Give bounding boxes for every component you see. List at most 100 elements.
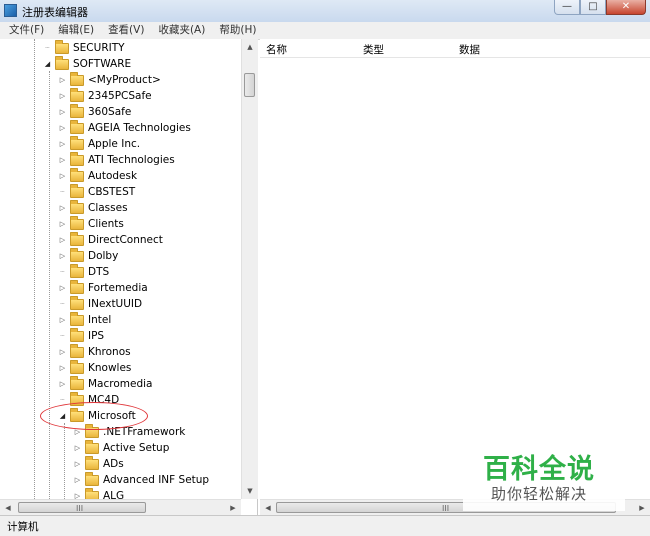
tree-item[interactable]: ▷ ALG: [73, 487, 124, 499]
scroll-left-arrow-icon[interactable]: ◀: [0, 500, 16, 516]
tree-item-label: INextUUID: [88, 298, 143, 310]
tree-item[interactable]: ┄ SECURITY: [43, 39, 125, 56]
tree-item[interactable]: ┄ DTS: [58, 263, 109, 280]
tree-item[interactable]: ▷ Fortemedia: [58, 279, 148, 296]
tree-item[interactable]: ▷ Apple Inc.: [58, 135, 141, 152]
column-name[interactable]: 名称: [266, 42, 287, 57]
tree-connector-icon: ┄: [45, 44, 50, 52]
menu-help[interactable]: 帮助(H): [210, 22, 261, 39]
tree-item-label: CBSTEST: [88, 186, 136, 198]
collapsed-arrow-icon[interactable]: ▷: [58, 172, 67, 180]
collapsed-arrow-icon[interactable]: ▷: [58, 348, 67, 356]
tree-horizontal-scrollbar[interactable]: ◀ III ▶: [0, 499, 241, 516]
tree-scroll-thumb[interactable]: [244, 73, 255, 97]
maximize-button[interactable]: □: [580, 0, 606, 15]
scroll-up-arrow-icon[interactable]: ▲: [242, 39, 258, 55]
collapsed-arrow-icon[interactable]: ▷: [58, 204, 67, 212]
tree-connector-icon: ┄: [60, 188, 65, 196]
tree-item[interactable]: ▷ Macromedia: [58, 375, 152, 392]
collapsed-arrow-icon[interactable]: ▷: [58, 76, 67, 84]
tree-item[interactable]: ┄ INextUUID: [58, 295, 143, 312]
collapsed-arrow-icon[interactable]: ▷: [58, 236, 67, 244]
collapsed-arrow-icon[interactable]: ▷: [73, 492, 82, 499]
collapsed-arrow-icon[interactable]: ▷: [58, 92, 67, 100]
expanded-arrow-icon[interactable]: ◢: [43, 60, 52, 68]
tree-item[interactable]: ▷ 360Safe: [58, 103, 131, 120]
tree-item[interactable]: ▷ Khronos: [58, 343, 131, 360]
tree-item[interactable]: ┄ IPS: [58, 327, 104, 344]
scroll-right-arrow-icon[interactable]: ▶: [634, 500, 650, 516]
tree-item-label: Fortemedia: [88, 282, 148, 294]
menu-file[interactable]: 文件(F): [0, 22, 49, 39]
collapsed-arrow-icon[interactable]: ▷: [58, 252, 67, 260]
tree-vertical-scrollbar[interactable]: ▲ ▼: [241, 39, 258, 499]
tree-guide-line: [64, 423, 65, 499]
watermark: 百科全说 助你轻松解决: [463, 445, 625, 511]
watermark-main-text: 百科全说: [483, 454, 595, 485]
list-header: 名称 类型 数据: [260, 39, 650, 58]
folder-icon: [70, 231, 84, 246]
tree-item-label: Intel: [88, 314, 112, 326]
column-data[interactable]: 数据: [459, 42, 480, 57]
tree-item[interactable]: ▷ Autodesk: [58, 167, 137, 184]
folder-icon: [55, 55, 69, 70]
collapsed-arrow-icon[interactable]: ▷: [73, 460, 82, 468]
window-title: 注册表编辑器: [22, 6, 88, 19]
tree-item-label: SOFTWARE: [73, 58, 132, 70]
menu-edit[interactable]: 编辑(E): [49, 22, 99, 39]
tree-item-label: 2345PCSafe: [88, 90, 152, 102]
collapsed-arrow-icon[interactable]: ▷: [58, 108, 67, 116]
collapsed-arrow-icon[interactable]: ▷: [58, 140, 67, 148]
scroll-right-arrow-icon[interactable]: ▶: [225, 500, 241, 516]
tree-item-label: AGEIA Technologies: [88, 122, 191, 134]
folder-icon: [70, 359, 84, 374]
folder-icon: [70, 247, 84, 262]
tree-hscroll-thumb[interactable]: III: [18, 502, 146, 513]
tree-item[interactable]: ┄ CBSTEST: [58, 183, 136, 200]
collapsed-arrow-icon[interactable]: ▷: [58, 316, 67, 324]
tree-item-label: Advanced INF Setup: [103, 474, 210, 486]
folder-icon: [85, 439, 99, 454]
tree-guide-line: [49, 71, 50, 499]
minimize-button[interactable]: —: [554, 0, 580, 15]
tree-item[interactable]: ▷ <MyProduct>: [58, 71, 161, 88]
close-button[interactable]: ✕: [606, 0, 646, 15]
collapsed-arrow-icon[interactable]: ▷: [58, 380, 67, 388]
collapsed-arrow-icon[interactable]: ▷: [58, 124, 67, 132]
tree-item[interactable]: ▷ Knowles: [58, 359, 131, 376]
collapsed-arrow-icon[interactable]: ▷: [73, 444, 82, 452]
tree-item[interactable]: ▷ Classes: [58, 199, 128, 216]
folder-icon: [70, 311, 84, 326]
folder-icon: [70, 343, 84, 358]
tree-item[interactable]: ▷ AGEIA Technologies: [58, 119, 191, 136]
status-path: 计算机: [7, 521, 39, 533]
folder-icon: [70, 151, 84, 166]
menu-bar: 文件(F) 编辑(E) 查看(V) 收藏夹(A) 帮助(H): [0, 22, 650, 40]
tree-connector-icon: ┄: [60, 332, 65, 340]
tree-item[interactable]: ▷ 2345PCSafe: [58, 87, 152, 104]
tree-item[interactable]: ▷ Active Setup: [73, 439, 169, 456]
column-type[interactable]: 类型: [363, 42, 384, 57]
collapsed-arrow-icon[interactable]: ▷: [58, 284, 67, 292]
menu-view[interactable]: 查看(V): [99, 22, 149, 39]
registry-editor-window: 注册表编辑器 — □ ✕ 文件(F) 编辑(E) 查看(V) 收藏夹(A) 帮助…: [0, 0, 650, 536]
tree-item[interactable]: ▷ DirectConnect: [58, 231, 163, 248]
tree-item[interactable]: ▷ Dolby: [58, 247, 118, 264]
collapsed-arrow-icon[interactable]: ▷: [73, 476, 82, 484]
tree-item-label: Apple Inc.: [88, 138, 141, 150]
folder-icon: [70, 279, 84, 294]
collapsed-arrow-icon[interactable]: ▷: [58, 364, 67, 372]
collapsed-arrow-icon[interactable]: ▷: [58, 156, 67, 164]
collapsed-arrow-icon[interactable]: ▷: [58, 220, 67, 228]
highlight-annotation: [40, 402, 148, 430]
tree-item[interactable]: ▷ Clients: [58, 215, 124, 232]
tree-hscroll-grip: III: [76, 504, 84, 513]
scroll-left-arrow-icon[interactable]: ◀: [260, 500, 276, 516]
tree-item[interactable]: ◢ SOFTWARE: [43, 55, 132, 72]
scroll-down-arrow-icon[interactable]: ▼: [242, 483, 258, 499]
menu-favorites[interactable]: 收藏夹(A): [149, 22, 210, 39]
tree-item[interactable]: ▷ ATI Technologies: [58, 151, 175, 168]
tree-item[interactable]: ▷ Intel: [58, 311, 112, 328]
tree-item[interactable]: ▷ ADs: [73, 455, 124, 472]
tree-item[interactable]: ▷ Advanced INF Setup: [73, 471, 210, 488]
